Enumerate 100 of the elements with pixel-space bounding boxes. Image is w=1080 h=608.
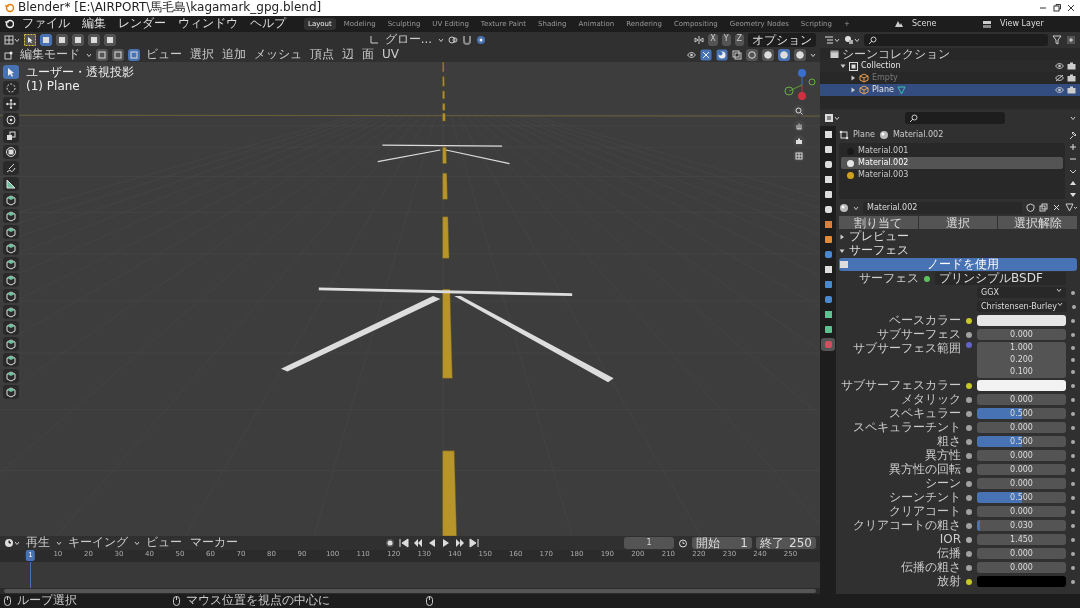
selection-mode-button[interactable] [56,33,68,46]
tool-button[interactable] [3,241,19,255]
edit-mode-icon[interactable] [4,49,14,60]
node-tree-icon[interactable] [1065,203,1077,212]
camera-icon[interactable] [1067,86,1076,94]
dropdown-field[interactable]: GGX [977,287,1066,298]
keyframe-dot[interactable] [1071,290,1075,295]
start-frame-field[interactable]: 開始 1 [692,537,752,549]
slot-action-button[interactable]: 割り当て [839,216,918,229]
axis-toggle[interactable]: Y [721,33,731,46]
selection-mode-button[interactable] [40,33,52,46]
tool-button[interactable] [3,257,19,271]
shading-mode-button[interactable] [746,48,758,61]
list-icon[interactable] [824,35,834,45]
keyframe-dot[interactable] [1071,453,1075,458]
tool-button[interactable] [3,305,19,319]
eye-icon[interactable] [1055,86,1064,94]
input-socket[interactable] [924,275,930,282]
play-icon[interactable] [441,538,451,548]
keyframe-dot[interactable] [1071,332,1075,337]
shading-mode-button[interactable] [762,48,774,61]
properties-editor-icon[interactable] [824,113,834,123]
axes-icon[interactable] [368,34,379,45]
menu-item[interactable]: 追加 [220,47,248,62]
menu-item[interactable]: 選択 [188,47,216,62]
tree-row[interactable]: Plane [820,84,1080,96]
selection-mode-button[interactable] [88,33,100,46]
disclosure-triangle-icon[interactable] [840,63,846,69]
filter-icon[interactable] [1052,35,1062,45]
current-frame-field[interactable]: 1 [624,537,674,549]
value-slider[interactable]: 0.030 [977,520,1066,531]
tool-button[interactable] [3,225,19,239]
color-swatch[interactable] [977,315,1066,326]
overlay-icon[interactable] [716,48,728,61]
menu-item[interactable]: 頂点 [308,47,336,62]
chevron-down-icon[interactable] [1069,167,1077,175]
menu-item[interactable]: ビュー [144,47,184,62]
menu-item[interactable]: 再生 [24,536,52,550]
menu-item[interactable]: レンダー [114,17,170,31]
editor-type-icon[interactable] [4,34,14,45]
tool-button[interactable] [3,129,19,143]
number-field[interactable]: 1.000 [977,342,1066,354]
pan-button[interactable] [793,120,805,132]
keyframe-dot[interactable] [1071,481,1075,486]
eye-icon[interactable] [1055,62,1064,70]
keyframe-dot[interactable] [1071,495,1075,500]
use-nodes-button[interactable]: ノードを使用 [839,258,1077,271]
zoom-button[interactable] [793,105,805,117]
duplicate-icon[interactable] [1039,203,1048,212]
end-frame-field[interactable]: 終了 250 [756,537,816,549]
camera-icon[interactable] [1067,74,1076,82]
menu-item[interactable]: マーカー [188,536,240,550]
face-select-button[interactable] [128,48,140,61]
next-keyframe-icon[interactable] [455,538,465,548]
mode-dropdown[interactable]: 編集モード [18,47,82,62]
panel-header[interactable]: サーフェス [839,244,1077,257]
stopwatch-icon[interactable] [678,538,688,548]
play-reverse-icon[interactable] [427,538,437,548]
tool-button[interactable] [3,337,19,351]
x-ray-icon[interactable] [732,49,742,60]
shading-mode-button[interactable] [778,48,790,61]
menu-item[interactable]: キーイング [66,536,130,550]
material-name-field[interactable]: Material.002 [863,201,1022,214]
tool-button[interactable] [3,97,19,111]
slot-action-button[interactable]: 選択 [918,216,998,229]
keyframe-dot[interactable] [1071,425,1075,430]
value-slider[interactable]: 0.000 [977,548,1066,559]
grid-view-button[interactable] [793,150,805,162]
mirror-icon[interactable] [694,34,705,45]
menu-item[interactable]: ウィンドウ [174,17,242,31]
number-field[interactable]: 0.200 [977,354,1066,366]
camera-icon[interactable] [1067,62,1076,70]
value-slider[interactable]: 0.000 [977,329,1066,340]
keyframe-dot[interactable] [1071,346,1075,350]
keyframe-dot[interactable] [1071,551,1075,556]
hidden-icon[interactable] [1055,74,1064,82]
material-slot[interactable]: Material.002 [841,157,1063,169]
menu-item[interactable]: 編集 [78,17,110,31]
keyframe-dot[interactable] [1071,383,1075,388]
tool-button[interactable] [3,273,19,287]
disclosure-triangle-icon[interactable] [850,75,856,81]
axis-toggle[interactable]: Z [734,33,744,46]
keyframe-dot[interactable] [1071,439,1075,444]
tool-button[interactable] [3,289,19,303]
tool-button[interactable] [3,369,19,383]
keyframe-dot[interactable] [1071,579,1075,584]
close-icon[interactable] [1066,3,1076,13]
tool-button[interactable] [3,161,19,175]
color-swatch[interactable] [977,576,1066,587]
value-slider[interactable]: 0.000 [977,464,1066,475]
edge-select-button[interactable] [112,48,124,61]
menu-item[interactable]: ファイル [18,17,74,31]
search-field[interactable] [864,34,1048,46]
orientation-dropdown[interactable]: グロー... [382,32,435,47]
add-slot-icon[interactable] [1069,143,1077,151]
view-layer-icon[interactable] [982,19,992,29]
selection-mode-button[interactable] [104,33,116,46]
value-slider[interactable]: 0.000 [977,506,1066,517]
menu-item[interactable]: 面 [360,47,376,62]
tree-row[interactable]: Empty [820,72,1080,84]
